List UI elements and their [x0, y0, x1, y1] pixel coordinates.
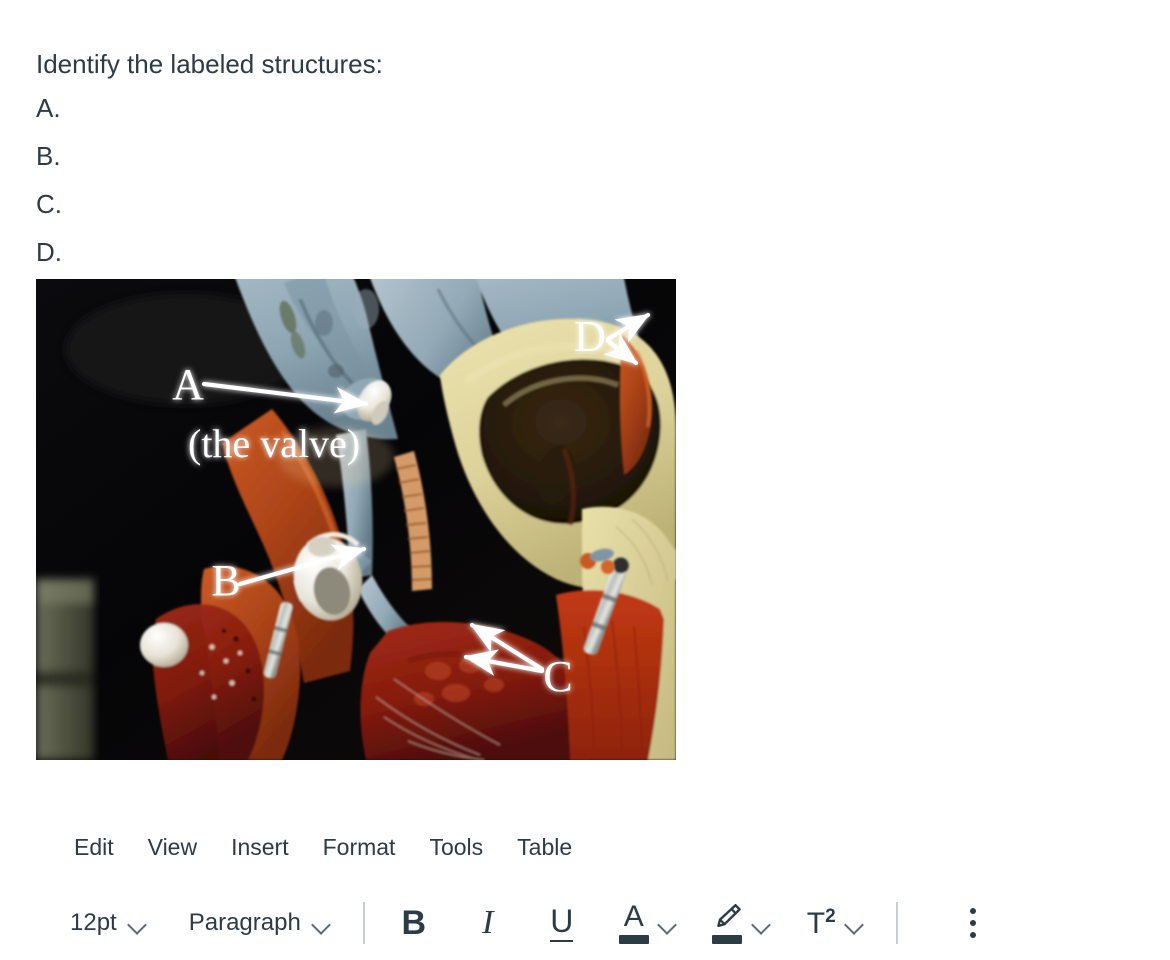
bold-label: B: [401, 903, 427, 942]
toolbar-divider-1: [362, 902, 365, 944]
answer-line-b: B.: [36, 141, 61, 171]
italic-label: I: [482, 904, 494, 941]
highlight-color-swatch: [711, 935, 742, 944]
text-color-swatch: [618, 935, 649, 944]
superscript-button[interactable]: T2: [801, 903, 870, 943]
menu-edit[interactable]: Edit: [60, 830, 128, 865]
font-size-select[interactable]: 12pt: [60, 905, 157, 941]
chevron-down-icon[interactable]: [846, 918, 864, 929]
chevron-down-icon: [129, 918, 147, 929]
kebab-dot: [969, 932, 976, 938]
block-format-select[interactable]: Paragraph: [179, 905, 341, 941]
figure-label-b: B: [211, 556, 240, 605]
bold-button[interactable]: B: [387, 896, 441, 950]
text-color-letter: A: [623, 900, 644, 933]
editor-toolbar: 12pt Paragraph B I U A T2: [0, 888, 1170, 958]
marker-pen-icon: [716, 904, 741, 927]
kebab-dot: [969, 920, 976, 926]
more-options-button[interactable]: [950, 896, 996, 950]
superscript-exponent: 2: [825, 906, 836, 927]
question-prompt: Identify the labeled structures:: [36, 49, 383, 79]
block-format-value: Paragraph: [188, 909, 301, 936]
answer-line-c: C.: [36, 189, 62, 219]
editor-menubar: Edit View Insert Format Tools Table: [0, 820, 1170, 874]
quiz-question-editor: Identify the labeled structures: A. B. C…: [0, 0, 1170, 960]
underline-button[interactable]: U: [535, 896, 589, 950]
italic-button[interactable]: I: [461, 896, 515, 950]
chevron-down-icon[interactable]: [659, 918, 677, 929]
heart-model-illustration: A (the valve) B C D: [36, 279, 676, 760]
superscript-icon: T2: [807, 907, 836, 939]
question-content: Identify the labeled structures: A. B. C…: [36, 44, 736, 276]
heart-model-image[interactable]: A (the valve) B C D: [36, 279, 676, 760]
menu-table[interactable]: Table: [503, 830, 586, 865]
underline-icon: U: [550, 905, 574, 942]
superscript-base: T: [806, 907, 826, 940]
toolbar-divider-2: [895, 902, 898, 944]
answer-line-d: D.: [36, 237, 62, 267]
highlight-color-button[interactable]: [705, 898, 777, 948]
chevron-down-icon[interactable]: [753, 918, 771, 929]
figure-label-d: D: [574, 312, 606, 361]
figure-label-a-note: (the valve): [188, 421, 360, 466]
chevron-down-icon: [313, 918, 331, 929]
menu-view[interactable]: View: [134, 830, 211, 865]
answer-line-a: A.: [36, 93, 61, 123]
text-color-button[interactable]: A: [613, 898, 683, 948]
figure-label-a: A: [172, 360, 204, 409]
kebab-dot: [969, 908, 976, 914]
figure-label-c: C: [543, 652, 572, 701]
highlighter-icon: [711, 902, 743, 944]
text-color-icon: A: [618, 900, 649, 944]
menu-format[interactable]: Format: [309, 830, 410, 865]
font-size-value: 12pt: [70, 909, 117, 936]
menu-tools[interactable]: Tools: [415, 830, 497, 865]
menu-insert[interactable]: Insert: [217, 830, 303, 865]
